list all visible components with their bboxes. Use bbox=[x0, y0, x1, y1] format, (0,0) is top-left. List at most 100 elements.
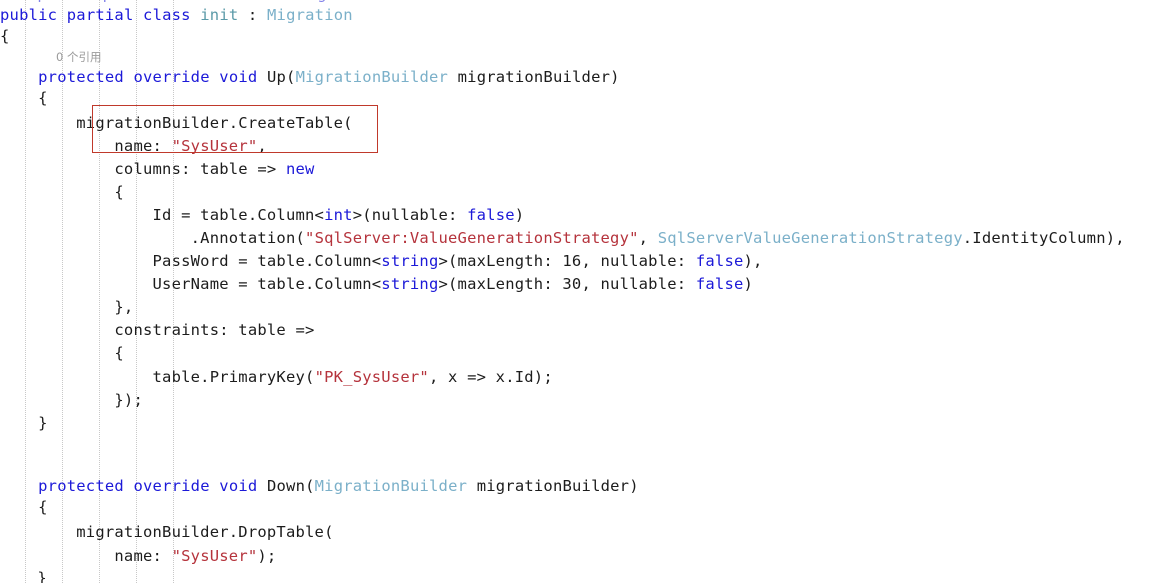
code-editor-surface[interactable]: public partial class init : Migration 0 … bbox=[0, 0, 1171, 583]
code-token: "SysUser" bbox=[171, 547, 258, 565]
code-token: >(maxLength: 30, nullable: bbox=[438, 275, 696, 293]
code-line[interactable]: { bbox=[0, 25, 1171, 48]
code-token: SqlServerValueGenerationStrategy bbox=[657, 229, 963, 247]
code-line[interactable]: migrationBuilder.DropTable( bbox=[0, 521, 1171, 544]
code-token: false bbox=[695, 252, 744, 270]
code-token: protected bbox=[38, 477, 124, 495]
code-token: migrationBuilder.DropTable( bbox=[76, 523, 334, 541]
code-token: { bbox=[114, 344, 124, 362]
code-token: void bbox=[219, 477, 258, 495]
code-token: "PK_SysUser" bbox=[314, 368, 429, 386]
code-token: Id = table.Column< bbox=[152, 206, 325, 224]
code-line[interactable]: protected override void Down(MigrationBu… bbox=[0, 475, 1171, 498]
code-token: , bbox=[257, 137, 267, 155]
code-line[interactable]: constraints: table => bbox=[0, 319, 1171, 342]
code-token: UserName = table.Column< bbox=[152, 275, 382, 293]
clipped-bottom-line: } bbox=[0, 569, 47, 583]
code-line[interactable]: { bbox=[0, 181, 1171, 204]
code-token: { bbox=[0, 27, 10, 45]
code-token: string bbox=[381, 252, 439, 270]
code-token: name: bbox=[114, 547, 172, 565]
code-token: new bbox=[285, 160, 315, 178]
code-token: table.PrimaryKey( bbox=[152, 368, 315, 386]
code-line[interactable]: table.PrimaryKey("PK_SysUser", x => x.Id… bbox=[0, 366, 1171, 389]
code-token: ) bbox=[743, 275, 754, 293]
code-token: migrationBuilder) bbox=[448, 68, 620, 86]
code-token: , x => x.Id); bbox=[428, 368, 553, 386]
code-token: class bbox=[143, 6, 191, 24]
code-line[interactable]: name: "SysUser", bbox=[0, 135, 1171, 158]
code-token: >(nullable: bbox=[352, 206, 468, 224]
code-line[interactable]: public partial class init : Migration bbox=[0, 4, 1171, 27]
code-token: , bbox=[638, 229, 658, 247]
code-line[interactable]: }); bbox=[0, 389, 1171, 412]
code-line[interactable]: Id = table.Column<int>(nullable: false) bbox=[0, 204, 1171, 227]
code-line[interactable]: UserName = table.Column<string>(maxLengt… bbox=[0, 273, 1171, 296]
code-token: partial bbox=[66, 6, 134, 24]
code-line[interactable]: columns: table => new bbox=[0, 158, 1171, 181]
code-token: migrationBuilder.CreateTable( bbox=[76, 114, 353, 132]
code-token: Up( bbox=[257, 68, 296, 86]
code-token: MigrationBuilder bbox=[295, 68, 449, 86]
code-token: } bbox=[38, 414, 48, 432]
code-token: .Annotation( bbox=[171, 229, 306, 247]
code-token: ); bbox=[257, 547, 277, 565]
code-token: .IdentityColumn), bbox=[962, 229, 1125, 247]
code-token: false bbox=[695, 275, 744, 293]
code-line[interactable]: { bbox=[0, 87, 1171, 110]
code-line[interactable]: { bbox=[0, 496, 1171, 519]
code-token: int bbox=[324, 206, 353, 224]
code-token: Migration bbox=[267, 6, 353, 24]
code-token: name: bbox=[114, 137, 172, 155]
code-token: constraints: table => bbox=[114, 321, 315, 339]
code-token: : bbox=[238, 6, 267, 24]
code-token: Down( bbox=[257, 477, 315, 495]
code-token: { bbox=[114, 183, 124, 201]
code-token: "SqlServer:ValueGenerationStrategy" bbox=[305, 229, 639, 247]
code-token: { bbox=[38, 498, 48, 516]
code-token: override bbox=[133, 477, 210, 495]
code-token: >(maxLength: 16, nullable: bbox=[438, 252, 696, 270]
code-token: string bbox=[381, 275, 439, 293]
code-line[interactable]: } bbox=[0, 412, 1171, 435]
code-line[interactable]: .Annotation("SqlServer:ValueGenerationSt… bbox=[0, 227, 1171, 250]
code-token: ), bbox=[743, 252, 763, 270]
code-token: void bbox=[219, 68, 258, 86]
code-line[interactable]: name: "SysUser"); bbox=[0, 545, 1171, 568]
code-line[interactable]: PassWord = table.Column<string>(maxLengt… bbox=[0, 250, 1171, 273]
code-token: migrationBuilder) bbox=[467, 477, 639, 495]
code-line[interactable]: { bbox=[0, 342, 1171, 365]
code-line[interactable]: }, bbox=[0, 296, 1171, 319]
code-token: columns: table => bbox=[114, 160, 286, 178]
code-line[interactable]: migrationBuilder.CreateTable( bbox=[0, 112, 1171, 135]
code-line[interactable]: protected override void Up(MigrationBuil… bbox=[0, 66, 1171, 89]
code-token: "SysUser" bbox=[171, 137, 258, 155]
code-token: }, bbox=[114, 298, 134, 316]
code-text-layer: public partial class init : Migration{ p… bbox=[0, 0, 1171, 583]
code-token: MigrationBuilder bbox=[314, 477, 468, 495]
code-token: public bbox=[0, 6, 58, 24]
code-token: { bbox=[38, 89, 48, 107]
code-token: init bbox=[200, 6, 239, 24]
code-token: override bbox=[133, 68, 210, 86]
